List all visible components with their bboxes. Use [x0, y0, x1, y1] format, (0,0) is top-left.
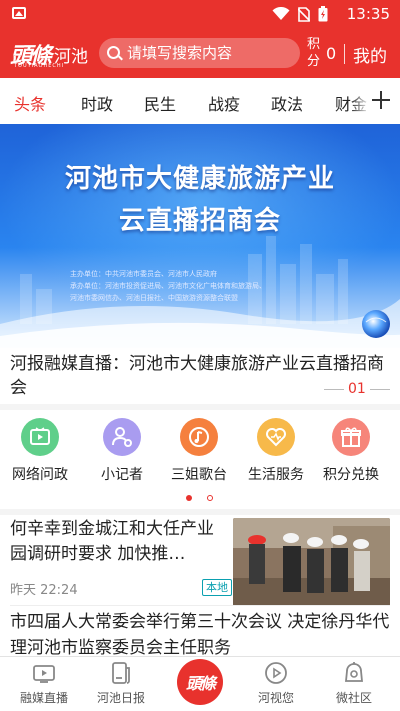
quick-entry-label: 生活服务: [248, 467, 304, 483]
play-icon: [265, 662, 287, 684]
heart-icon: [257, 418, 295, 456]
news-item[interactable]: 何辛幸到金城江和大任产业园调研时要求 加快推… 昨天 22:24 本地: [0, 515, 400, 606]
music-icon: [180, 418, 218, 456]
nav-live[interactable]: 融媒直播: [4, 657, 84, 711]
tv-icon: [21, 418, 59, 456]
app-logo[interactable]: 頭條 河池 TOUTIAOHECHI: [10, 38, 92, 70]
community-icon: [345, 662, 363, 682]
quick-entries-pager: [183, 494, 217, 502]
system-icons: [272, 6, 328, 22]
quick-entry-network-inquiry[interactable]: 网络问政: [0, 418, 80, 484]
news-time: 昨天 22:24: [10, 583, 78, 598]
tv-icon: [33, 665, 55, 683]
nav-daily[interactable]: 河池日报: [81, 657, 161, 711]
home-logo-icon: 頭條: [185, 674, 216, 693]
logo-pinyin-text: TOUTIAOHECHI: [14, 63, 65, 69]
banner-co-organizer-2: 河池市委网信办、河池日报社、中国旅游资源整合联盟: [70, 294, 238, 302]
app-header: 頭條 河池 TOUTIAOHECHI 积分 0 我的: [0, 28, 400, 78]
nav-community[interactable]: 微社区: [314, 657, 394, 711]
status-time: 13:35: [346, 5, 390, 23]
banner-carousel[interactable]: 河池市大健康旅游产业 云直播招商会 主办单位：中共河池市委员会、河池市人民政府 …: [0, 124, 400, 348]
battery-charging-icon: [318, 6, 328, 22]
points-value: 0: [326, 44, 337, 63]
nav-video[interactable]: 河视您: [236, 657, 316, 711]
pager-number: 01: [348, 381, 366, 397]
news-title: 何辛幸到金城江和大任产业园调研时要求 加快推…: [10, 519, 214, 564]
tab-epidemic[interactable]: 战疫: [208, 91, 240, 115]
tab-livelihood[interactable]: 民生: [144, 91, 176, 115]
wifi-icon: [272, 7, 290, 20]
status-bar: 13:35: [0, 0, 400, 28]
search-icon: [107, 46, 120, 59]
no-sim-icon: [298, 6, 310, 22]
quick-entry-label: 小记者: [101, 467, 143, 483]
tab-headlines[interactable]: 头条: [14, 91, 46, 115]
tab-politics[interactable]: 时政: [81, 91, 113, 115]
nav-label: 河池日报: [96, 691, 145, 705]
nav-label: 河视您: [257, 691, 294, 705]
banner-co-organizer: 承办单位：河池市投资促进局、河池市文化广电体育和旅游局、: [70, 282, 266, 290]
pager-dot-active: [186, 495, 192, 501]
pager-dot: [207, 495, 213, 501]
points-display[interactable]: 积分 0: [307, 36, 343, 70]
banner-title-line1: 河池市大健康旅游产业: [64, 164, 335, 194]
news-item-title[interactable]: 市四届人大常委会举行第三十次会议 决定徐丹华代理河池市监察委员会主任职务: [10, 609, 390, 657]
nav-label: 微社区: [335, 691, 372, 705]
image-notification-icon: [12, 7, 26, 19]
quick-entry-label: 积分兑换: [323, 467, 379, 483]
category-tabs: 头条 时政 民生 战疫 政法 财金: [0, 78, 400, 124]
quick-entry-points-exchange[interactable]: 积分兑换: [311, 418, 391, 484]
nav-label: 融媒直播: [19, 691, 68, 705]
news-divider: [10, 605, 390, 606]
pager-line-left: [324, 389, 344, 390]
header-divider: [344, 44, 345, 64]
local-badge: 本地: [202, 579, 232, 596]
quick-entry-life-services[interactable]: 生活服务: [236, 418, 316, 484]
section-separator: [0, 404, 400, 410]
search-box[interactable]: [99, 38, 300, 68]
banner-organizer: 主办单位：中共河池市委员会、河池市人民政府: [70, 270, 217, 278]
mine-button[interactable]: 我的: [353, 42, 387, 67]
carousel-pager: 01: [324, 381, 390, 397]
quick-entries: 网络问政 小记者 三姐歌台 生活服务 积分兑换: [0, 418, 400, 488]
points-label: 积分: [307, 37, 321, 69]
newspaper-icon: [112, 662, 130, 684]
news-thumbnail: [233, 518, 390, 606]
add-tab-icon[interactable]: [372, 91, 390, 109]
quick-entry-label: 三姐歌台: [171, 467, 227, 483]
pager-line-right: [370, 389, 390, 390]
quick-entry-label: 网络问政: [12, 467, 68, 483]
quick-entry-sanjie-stage[interactable]: 三姐歌台: [159, 418, 239, 484]
search-input[interactable]: [127, 42, 295, 64]
quick-entry-reporter[interactable]: 小记者: [82, 418, 162, 484]
tab-law[interactable]: 政法: [271, 91, 303, 115]
home-logo-button[interactable]: 頭條: [177, 659, 223, 705]
reporter-icon: [103, 418, 141, 456]
app-root: 13:35 頭條 河池 TOUTIAOHECHI 积分 0 我的 头条 时政 民…: [0, 0, 400, 711]
banner-title-line2: 云直播招商会: [118, 206, 281, 236]
gift-icon: [332, 418, 370, 456]
